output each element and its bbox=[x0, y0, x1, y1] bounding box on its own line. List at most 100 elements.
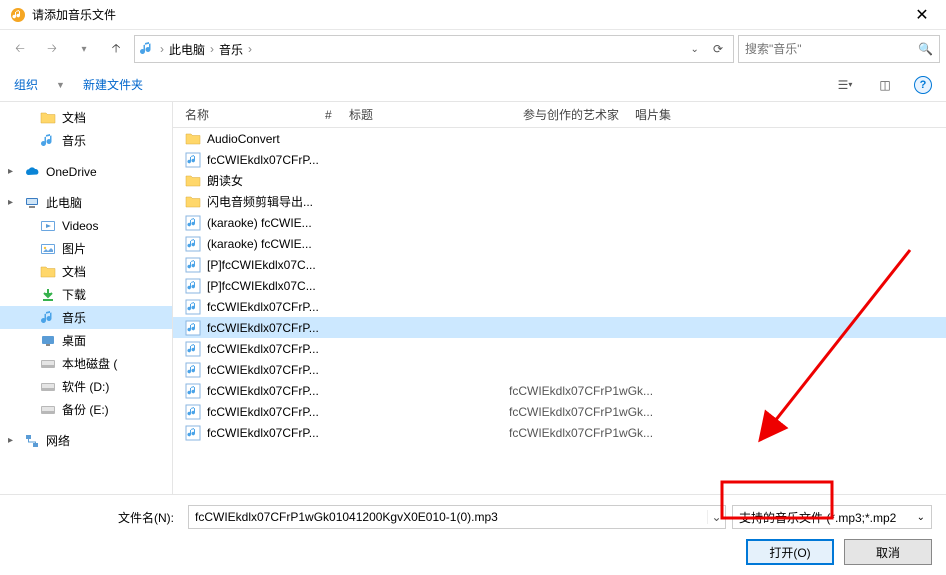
sidebar-item[interactable]: 文档 bbox=[0, 106, 172, 129]
filter-label: 支持的音乐文件 (*.mp3;*.mp2 bbox=[739, 509, 896, 526]
file-row[interactable]: fcCWIEkdlx07CFrP... bbox=[173, 149, 946, 170]
file-row[interactable]: fcCWIEkdlx07CFrP... fcCWIEkdlx07CFrP1wGk.… bbox=[173, 380, 946, 401]
help-button[interactable]: ? bbox=[914, 76, 932, 94]
music-icon bbox=[40, 133, 56, 149]
file-name: fcCWIEkdlx07CFrP... bbox=[207, 300, 353, 314]
sidebar-item[interactable]: 音乐 bbox=[0, 129, 172, 152]
new-folder-button[interactable]: 新建文件夹 bbox=[83, 76, 143, 93]
file-row[interactable]: [P]fcCWIEkdlx07C... bbox=[173, 254, 946, 275]
nav-forward-button: 🡢 bbox=[38, 35, 66, 63]
cancel-button[interactable]: 取消 bbox=[844, 539, 932, 565]
file-row[interactable]: fcCWIEkdlx07CFrP...fcCWIEkdlx07CFrP1wGk.… bbox=[173, 422, 946, 443]
file-row[interactable]: fcCWIEkdlx07CFrP...fcCWIEkdlx07CFrP1wGk.… bbox=[173, 401, 946, 422]
file-row[interactable]: fcCWIEkdlx07CFrP... bbox=[173, 296, 946, 317]
folder-icon bbox=[40, 264, 56, 280]
expand-caret-icon[interactable]: ▸ bbox=[8, 197, 18, 208]
sidebar-item[interactable]: ▸OneDrive bbox=[0, 160, 172, 183]
column-artist[interactable]: 参与创作的艺术家 bbox=[523, 106, 635, 123]
file-name: AudioConvert bbox=[207, 132, 353, 146]
sidebar-item-label: 音乐 bbox=[62, 309, 86, 326]
file-row[interactable]: fcCWIEkdlx07CFrP... bbox=[173, 338, 946, 359]
file-name: fcCWIEkdlx07CFrP... bbox=[207, 426, 353, 440]
chevron-right-icon: › bbox=[157, 42, 167, 56]
sidebar-item[interactable]: 软件 (D:) bbox=[0, 375, 172, 398]
sidebar-item[interactable]: 本地磁盘 ( bbox=[0, 352, 172, 375]
file-row[interactable]: (karaoke) fcCWIE... bbox=[173, 233, 946, 254]
address-bar[interactable]: › 此电脑 › 音乐 › ⌄ ⟳ bbox=[134, 35, 734, 63]
file-name: fcCWIEkdlx07CFrP... bbox=[207, 384, 353, 398]
search-input[interactable] bbox=[745, 42, 918, 56]
app-icon bbox=[10, 7, 26, 23]
expand-caret-icon[interactable]: ▸ bbox=[8, 166, 18, 177]
column-album[interactable]: 唱片集 bbox=[635, 106, 946, 123]
sidebar-item-label: 本地磁盘 ( bbox=[62, 355, 117, 372]
file-title: fcCWIEkdlx07CFrP1wGk... bbox=[509, 384, 685, 398]
folder-icon bbox=[185, 173, 201, 189]
file-row[interactable]: fcCWIEkdlx07CFrP... bbox=[173, 359, 946, 380]
file-name: fcCWIEkdlx07CFrP... bbox=[207, 342, 353, 356]
nav-up-button[interactable]: 🡡 bbox=[102, 35, 130, 63]
audio-icon bbox=[185, 320, 201, 336]
sidebar-item-label: 图片 bbox=[62, 240, 86, 257]
preview-pane-button[interactable]: ◫ bbox=[874, 74, 896, 96]
audio-icon bbox=[185, 215, 201, 231]
chevron-right-icon: › bbox=[207, 42, 217, 56]
breadcrumb-folder[interactable]: 音乐 bbox=[219, 41, 243, 58]
file-row[interactable]: (karaoke) fcCWIE... bbox=[173, 212, 946, 233]
open-button[interactable]: 打开(O) bbox=[746, 539, 834, 565]
address-dropdown-icon[interactable]: ⌄ bbox=[685, 44, 705, 55]
disk-icon bbox=[40, 379, 56, 395]
search-icon[interactable]: 🔍 bbox=[918, 42, 933, 56]
refresh-button[interactable]: ⟳ bbox=[707, 42, 729, 56]
folder-icon bbox=[185, 131, 201, 147]
sidebar-item[interactable]: 桌面 bbox=[0, 329, 172, 352]
breadcrumb-root[interactable]: 此电脑 bbox=[169, 41, 205, 58]
column-headers[interactable]: 名称 # 标题 参与创作的艺术家 唱片集 bbox=[173, 102, 946, 128]
audio-icon bbox=[185, 404, 201, 420]
nav-back-button: 🡠 bbox=[6, 35, 34, 63]
audio-icon bbox=[185, 257, 201, 273]
sidebar-item[interactable]: 下载 bbox=[0, 283, 172, 306]
sidebar-item[interactable]: 图片 bbox=[0, 237, 172, 260]
file-row[interactable]: AudioConvert bbox=[173, 128, 946, 149]
organize-menu[interactable]: 组织 bbox=[14, 76, 38, 93]
sidebar-item[interactable]: 备份 (E:) bbox=[0, 398, 172, 421]
nav-recent-button[interactable]: ▾ bbox=[70, 35, 98, 63]
file-list[interactable]: AudioConvert fcCWIEkdlx07CFrP... 朗读女闪电音频剪辑… bbox=[173, 128, 946, 494]
sidebar-item[interactable]: ▸网络 bbox=[0, 429, 172, 452]
music-icon bbox=[40, 310, 56, 326]
filename-combobox[interactable]: ⌄ bbox=[188, 505, 726, 529]
sidebar-item-label: 备份 (E:) bbox=[62, 401, 109, 418]
file-type-filter[interactable]: 支持的音乐文件 (*.mp3;*.mp2 ⌄ bbox=[732, 505, 932, 529]
dropdown-icon: ▼ bbox=[56, 80, 65, 90]
download-icon bbox=[40, 287, 56, 303]
column-title[interactable]: 标题 bbox=[349, 106, 523, 123]
sidebar-item[interactable]: Videos bbox=[0, 214, 172, 237]
sidebar-item-label: 音乐 bbox=[62, 132, 86, 149]
file-row[interactable]: fcCWIEkdlx07CFrP... bbox=[173, 317, 946, 338]
column-number[interactable]: # bbox=[325, 108, 349, 122]
sidebar-item[interactable]: 音乐 bbox=[0, 306, 172, 329]
file-row[interactable]: 朗读女 bbox=[173, 170, 946, 191]
file-name: [P]fcCWIEkdlx07C... bbox=[207, 258, 353, 272]
chevron-right-icon: › bbox=[245, 42, 255, 56]
close-button[interactable]: ✕ bbox=[902, 5, 942, 25]
file-name: fcCWIEkdlx07CFrP... bbox=[207, 153, 353, 167]
sidebar-item-label: 软件 (D:) bbox=[62, 378, 109, 395]
sidebar-item-label: 桌面 bbox=[62, 332, 86, 349]
audio-icon bbox=[185, 383, 201, 399]
video-icon bbox=[40, 218, 56, 234]
sidebar-item-label: 文档 bbox=[62, 263, 86, 280]
view-options-button[interactable]: ☰▾ bbox=[834, 74, 856, 96]
sidebar-item[interactable]: 文档 bbox=[0, 260, 172, 283]
audio-icon bbox=[185, 425, 201, 441]
filename-dropdown-icon[interactable]: ⌄ bbox=[707, 510, 725, 524]
file-row[interactable]: [P]fcCWIEkdlx07C... bbox=[173, 275, 946, 296]
expand-caret-icon[interactable]: ▸ bbox=[8, 435, 18, 446]
search-box[interactable]: 🔍 bbox=[738, 35, 940, 63]
sidebar-item[interactable]: ▸此电脑 bbox=[0, 191, 172, 214]
filename-input[interactable] bbox=[189, 510, 707, 524]
file-row[interactable]: 闪电音频剪辑导出... bbox=[173, 191, 946, 212]
column-name[interactable]: 名称 bbox=[185, 106, 325, 123]
file-name: fcCWIEkdlx07CFrP... bbox=[207, 363, 353, 377]
